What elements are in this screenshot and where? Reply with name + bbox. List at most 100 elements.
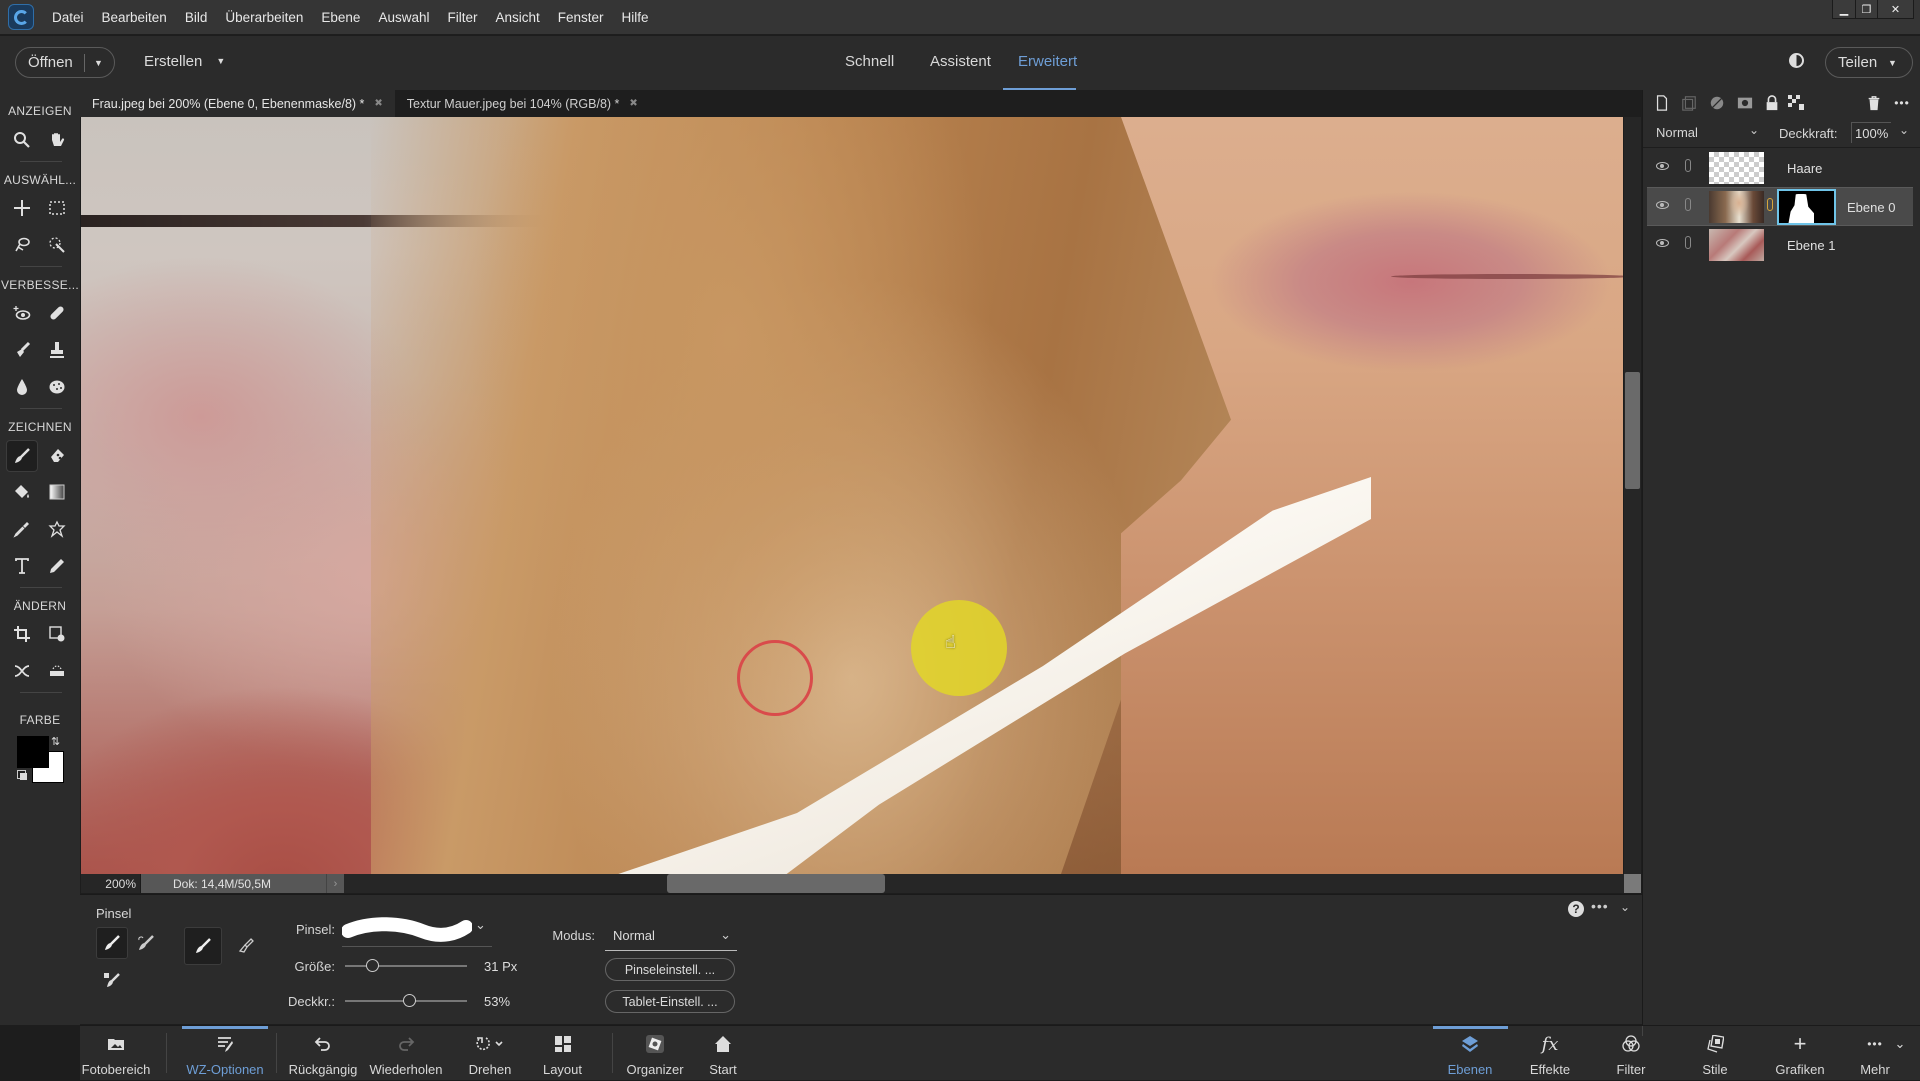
quick-selection-tool-icon[interactable] bbox=[42, 230, 72, 260]
tablet-settings-button[interactable]: Tablet-Einstell. ... bbox=[605, 990, 735, 1013]
expand-panels-button[interactable]: ⌄ bbox=[1890, 1026, 1910, 1081]
gradient-tool-icon[interactable] bbox=[42, 477, 72, 507]
lasso-tool-icon[interactable] bbox=[7, 230, 37, 260]
chevron-down-icon[interactable]: ⌄ bbox=[475, 917, 486, 933]
visibility-eye-icon[interactable] bbox=[1656, 162, 1669, 170]
styles-button[interactable]: Stile bbox=[1690, 1026, 1740, 1081]
lock-transparency-icon[interactable] bbox=[1787, 94, 1805, 112]
opacity-slider[interactable] bbox=[345, 994, 467, 1008]
brush-preset-picker[interactable] bbox=[341, 917, 492, 947]
effects-button[interactable]: fx Effekte bbox=[1520, 1026, 1580, 1081]
layer-mask-thumbnail[interactable] bbox=[1777, 189, 1836, 225]
layer-blend-mode[interactable]: Normal bbox=[1656, 125, 1698, 140]
layers-button[interactable]: Ebenen bbox=[1440, 1026, 1500, 1081]
layout-button[interactable]: Layout bbox=[535, 1026, 590, 1081]
spot-healing-tool-icon[interactable] bbox=[42, 298, 72, 328]
photo-bin-button[interactable]: Fotobereich bbox=[82, 1026, 150, 1081]
size-slider-knob[interactable] bbox=[366, 959, 379, 972]
start-button[interactable]: Start bbox=[700, 1026, 746, 1081]
help-icon[interactable]: ? bbox=[1568, 901, 1584, 917]
tab-schnell[interactable]: Schnell bbox=[845, 53, 894, 70]
organizer-button[interactable]: Organizer bbox=[624, 1026, 686, 1081]
menu-filter[interactable]: Filter bbox=[447, 10, 477, 25]
doc-tab-textur-mauer[interactable]: Textur Mauer.jpeg bei 104% (RGB/8) * ✖ bbox=[395, 90, 650, 117]
share-button[interactable]: Teilen ▼ bbox=[1825, 47, 1913, 78]
mask-link-icon[interactable] bbox=[1767, 198, 1773, 211]
restore-button[interactable]: ❐ bbox=[1855, 0, 1877, 18]
close-tab-icon[interactable]: ✖ bbox=[374, 98, 382, 109]
airbrush-mode-icon[interactable] bbox=[230, 930, 262, 962]
close-button[interactable]: ✕ bbox=[1877, 0, 1913, 18]
paint-bucket-tool-icon[interactable] bbox=[7, 477, 37, 507]
menu-bild[interactable]: Bild bbox=[185, 10, 208, 25]
visibility-eye-icon[interactable] bbox=[1656, 239, 1669, 247]
reset-colors-icon[interactable] bbox=[17, 770, 27, 780]
menu-ansicht[interactable]: Ansicht bbox=[495, 10, 539, 25]
image-canvas[interactable]: ☝ bbox=[81, 117, 1623, 874]
custom-shape-tool-icon[interactable] bbox=[42, 514, 72, 544]
adjustment-layer-icon[interactable] bbox=[1708, 94, 1726, 112]
new-layer-icon[interactable] bbox=[1653, 94, 1671, 112]
vertical-scroll-thumb[interactable] bbox=[1625, 372, 1640, 489]
type-tool-icon[interactable] bbox=[7, 551, 37, 581]
open-dropdown-icon[interactable]: ▼ bbox=[85, 58, 103, 68]
layer-row-ebene-0[interactable]: Ebene 0 bbox=[1647, 187, 1913, 226]
foreground-color-swatch[interactable] bbox=[17, 736, 49, 768]
link-icon[interactable] bbox=[1685, 159, 1691, 172]
pencil-tool-icon[interactable] bbox=[42, 551, 72, 581]
create-button[interactable]: Erstellen ▼ bbox=[144, 53, 225, 70]
new-group-icon[interactable] bbox=[1680, 94, 1698, 112]
hand-tool-icon[interactable] bbox=[42, 125, 72, 155]
menu-bearbeiten[interactable]: Bearbeiten bbox=[102, 10, 167, 25]
undo-button[interactable]: Rückgängig bbox=[288, 1026, 358, 1081]
visibility-eye-icon[interactable] bbox=[1656, 201, 1669, 209]
size-slider[interactable] bbox=[345, 959, 467, 973]
layer-row-haare[interactable]: Haare bbox=[1643, 149, 1920, 188]
layer-opacity-input[interactable]: 100% bbox=[1851, 122, 1891, 143]
straighten-tool-icon[interactable] bbox=[42, 656, 72, 686]
color-replacement-brush-icon[interactable] bbox=[96, 963, 128, 995]
marquee-tool-icon[interactable] bbox=[42, 193, 72, 223]
move-tool-icon[interactable] bbox=[7, 193, 37, 223]
theme-toggle-icon[interactable] bbox=[1789, 53, 1804, 68]
clone-stamp-tool-icon[interactable] bbox=[42, 335, 72, 365]
recompose-tool-icon[interactable] bbox=[42, 619, 72, 649]
filter-button[interactable]: Filter bbox=[1606, 1026, 1656, 1081]
vertical-scrollbar[interactable] bbox=[1624, 117, 1641, 874]
menu-datei[interactable]: Datei bbox=[52, 10, 84, 25]
collapse-panel-icon[interactable]: ⌄ bbox=[1620, 900, 1630, 914]
zoom-level[interactable]: 200% bbox=[81, 874, 141, 893]
normal-brush-mode-icon[interactable] bbox=[184, 927, 222, 965]
menu-auswahl[interactable]: Auswahl bbox=[378, 10, 429, 25]
rotate-button[interactable]: Drehen bbox=[460, 1026, 520, 1081]
lock-icon[interactable] bbox=[1763, 94, 1781, 112]
chevron-down-icon[interactable]: ⌄ bbox=[1899, 123, 1909, 137]
crop-tool-icon[interactable] bbox=[7, 619, 37, 649]
open-button[interactable]: Öffnen ▼ bbox=[15, 47, 115, 78]
tool-options-button[interactable]: WZ-Optionen bbox=[184, 1026, 266, 1081]
add-mask-icon[interactable] bbox=[1736, 94, 1754, 112]
zoom-tool-icon[interactable] bbox=[7, 125, 37, 155]
redo-button[interactable]: Wiederholen bbox=[368, 1026, 444, 1081]
opacity-slider-knob[interactable] bbox=[403, 994, 416, 1007]
eyedropper-tool-icon[interactable] bbox=[7, 514, 37, 544]
swap-colors-icon[interactable]: ⇅ bbox=[51, 735, 60, 748]
chevron-down-icon[interactable]: ⌄ bbox=[1749, 123, 1759, 137]
delete-layer-icon[interactable] bbox=[1865, 94, 1883, 112]
minimize-button[interactable]: ▁ bbox=[1833, 0, 1855, 18]
status-menu-arrow-icon[interactable]: › bbox=[326, 874, 344, 893]
tab-erweitert[interactable]: Erweitert bbox=[1018, 53, 1077, 70]
menu-ueberarbeiten[interactable]: Überarbeiten bbox=[225, 10, 303, 25]
brush-settings-button[interactable]: Pinseleinstell. ... bbox=[605, 958, 735, 981]
graphics-button[interactable]: + Grafiken bbox=[1770, 1026, 1830, 1081]
red-eye-tool-icon[interactable] bbox=[7, 298, 37, 328]
smart-brush-tool-icon[interactable] bbox=[7, 335, 37, 365]
brush-mode-icon[interactable] bbox=[96, 927, 128, 959]
eraser-tool-icon[interactable] bbox=[42, 440, 72, 470]
menu-fenster[interactable]: Fenster bbox=[558, 10, 604, 25]
panel-menu-icon[interactable]: ••• bbox=[1893, 94, 1911, 112]
layer-row-ebene-1[interactable]: Ebene 1 bbox=[1643, 226, 1920, 265]
horizontal-scroll-thumb[interactable] bbox=[667, 874, 885, 893]
blend-mode-select[interactable]: Normal ⌄ bbox=[605, 925, 737, 951]
content-aware-move-tool-icon[interactable] bbox=[7, 656, 37, 686]
